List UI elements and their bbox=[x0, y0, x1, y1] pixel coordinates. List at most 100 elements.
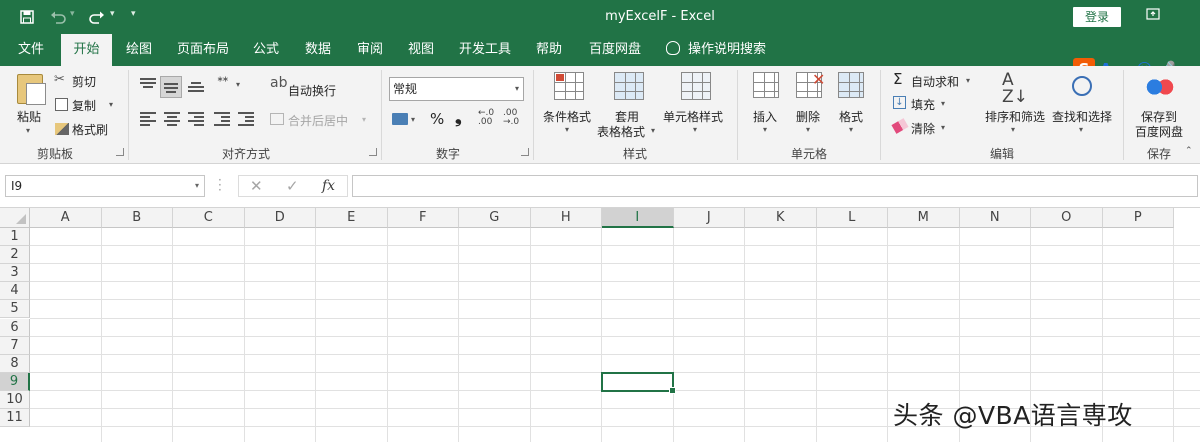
select-all-button[interactable] bbox=[0, 208, 30, 228]
copy-button[interactable]: 复制 bbox=[72, 97, 96, 114]
tab-baidu-netdisk[interactable]: 百度网盘 bbox=[580, 34, 650, 66]
top-align-icon[interactable] bbox=[140, 78, 156, 92]
middle-align-icon[interactable] bbox=[160, 76, 182, 98]
column-header-g[interactable]: G bbox=[459, 208, 531, 228]
tab-data[interactable]: 数据 bbox=[297, 34, 339, 66]
row-header-6[interactable]: 6 bbox=[0, 318, 30, 337]
paste-button[interactable]: 粘贴 bbox=[17, 108, 41, 125]
column-header-c[interactable]: C bbox=[173, 208, 245, 228]
format-button[interactable]: 格式 bbox=[839, 108, 863, 125]
align-left-icon[interactable] bbox=[140, 112, 156, 126]
format-dropdown-icon[interactable]: ▾ bbox=[849, 125, 853, 134]
accounting-format-icon[interactable] bbox=[392, 113, 408, 125]
column-header-f[interactable]: F bbox=[387, 208, 459, 228]
clear-dropdown-icon[interactable]: ▾ bbox=[941, 123, 945, 132]
bottom-align-icon[interactable] bbox=[188, 78, 204, 92]
column-header-h[interactable]: H bbox=[530, 208, 602, 228]
customize-qat-icon[interactable]: ▾ bbox=[131, 9, 136, 19]
insert-dropdown-icon[interactable]: ▾ bbox=[763, 125, 767, 134]
find-select-dropdown-icon[interactable]: ▾ bbox=[1079, 125, 1083, 134]
tab-help[interactable]: 帮助 bbox=[528, 34, 570, 66]
tab-review[interactable]: 审阅 bbox=[349, 34, 391, 66]
column-header-i[interactable]: I bbox=[602, 208, 674, 228]
format-as-table-line2[interactable]: 表格格式 bbox=[597, 123, 645, 140]
paste-dropdown-icon[interactable]: ▾ bbox=[26, 126, 30, 135]
name-box[interactable]: I9 ▾ bbox=[5, 175, 205, 197]
tab-page-layout[interactable]: 页面布局 bbox=[170, 34, 236, 66]
collapse-ribbon-icon[interactable]: ⌃ bbox=[1185, 146, 1193, 156]
merge-dropdown-icon[interactable]: ▾ bbox=[362, 115, 366, 124]
find-select-button[interactable]: 查找和选择 bbox=[1052, 108, 1112, 125]
tab-draw[interactable]: 绘图 bbox=[118, 34, 160, 66]
column-header-j[interactable]: J bbox=[673, 208, 745, 228]
copy-dropdown-icon[interactable]: ▾ bbox=[109, 100, 113, 109]
column-header-p[interactable]: P bbox=[1102, 208, 1174, 228]
column-header-n[interactable]: N bbox=[959, 208, 1031, 228]
column-header-e[interactable]: E bbox=[316, 208, 388, 228]
clear-button[interactable]: 清除 bbox=[911, 120, 935, 137]
tab-file[interactable]: 文件 bbox=[10, 34, 52, 66]
save-icon[interactable] bbox=[17, 7, 37, 27]
orientation-icon[interactable]: ᕯ bbox=[217, 75, 229, 91]
column-header-l[interactable]: L bbox=[816, 208, 888, 228]
cut-button[interactable]: 剪切 bbox=[72, 73, 96, 90]
insert-function-icon[interactable]: fx bbox=[322, 175, 335, 197]
tab-formulas[interactable]: 公式 bbox=[245, 34, 287, 66]
login-button[interactable]: 登录 bbox=[1073, 7, 1121, 27]
increase-decimal-icon[interactable]: ←.0.00 bbox=[478, 109, 494, 127]
undo-dropdown-icon[interactable]: ▾ bbox=[70, 9, 75, 19]
conditional-formatting-button[interactable]: 条件格式 bbox=[543, 108, 591, 125]
redo-dropdown-icon[interactable]: ▾ bbox=[110, 9, 115, 19]
align-right-icon[interactable] bbox=[188, 112, 204, 126]
accounting-dropdown-icon[interactable]: ▾ bbox=[411, 115, 415, 124]
row-header-3[interactable]: 3 bbox=[0, 264, 30, 283]
sort-filter-button[interactable]: 排序和筛选 bbox=[985, 108, 1045, 125]
fill-button[interactable]: 填充 bbox=[911, 96, 935, 113]
column-header-a[interactable]: A bbox=[30, 208, 102, 228]
sort-filter-dropdown-icon[interactable]: ▾ bbox=[1011, 125, 1015, 134]
autosum-dropdown-icon[interactable]: ▾ bbox=[966, 76, 970, 85]
row-header-5[interactable]: 5 bbox=[0, 300, 30, 319]
redo-icon[interactable] bbox=[87, 7, 107, 27]
row-header-4[interactable]: 4 bbox=[0, 282, 30, 301]
column-header-m[interactable]: M bbox=[888, 208, 960, 228]
row-header-10[interactable]: 10 bbox=[0, 390, 30, 409]
wrap-text-button[interactable]: 自动换行 bbox=[288, 82, 336, 99]
delete-button[interactable]: 删除 bbox=[796, 108, 820, 125]
decrease-indent-icon[interactable] bbox=[214, 112, 230, 126]
number-format-select[interactable]: 常规 ▾ bbox=[389, 77, 524, 101]
cell-styles-dropdown-icon[interactable]: ▾ bbox=[693, 125, 697, 134]
save-to-netdisk-line2[interactable]: 百度网盘 bbox=[1135, 123, 1183, 140]
ribbon-display-options-icon[interactable] bbox=[1141, 6, 1165, 28]
column-header-k[interactable]: K bbox=[745, 208, 817, 228]
orientation-dropdown-icon[interactable]: ▾ bbox=[236, 80, 240, 89]
paste-icon[interactable] bbox=[17, 74, 46, 105]
row-header-2[interactable]: 2 bbox=[0, 246, 30, 265]
active-cell[interactable] bbox=[601, 371, 675, 394]
merge-center-button[interactable]: 合并后居中 bbox=[288, 112, 348, 129]
column-header-o[interactable]: O bbox=[1031, 208, 1103, 228]
undo-icon[interactable] bbox=[48, 7, 68, 27]
delete-dropdown-icon[interactable]: ▾ bbox=[806, 125, 810, 134]
autosum-button[interactable]: 自动求和 bbox=[911, 73, 959, 90]
align-center-icon[interactable] bbox=[164, 112, 180, 126]
resize-handle-icon[interactable]: · · · bbox=[218, 174, 222, 196]
cell-styles-button[interactable]: 单元格样式 bbox=[663, 108, 723, 125]
tab-home[interactable]: 开始 bbox=[61, 34, 112, 66]
column-header-b[interactable]: B bbox=[101, 208, 173, 228]
alignment-launcher-icon[interactable] bbox=[369, 148, 377, 156]
tab-developer[interactable]: 开发工具 bbox=[452, 34, 518, 66]
fill-dropdown-icon[interactable]: ▾ bbox=[941, 99, 945, 108]
tab-view[interactable]: 视图 bbox=[400, 34, 442, 66]
tell-me-search[interactable]: 操作说明搜索 bbox=[666, 34, 766, 66]
row-header-9[interactable]: 9 bbox=[0, 372, 30, 391]
percent-style-button[interactable]: % bbox=[430, 110, 444, 128]
number-launcher-icon[interactable] bbox=[521, 148, 529, 156]
comma-style-button[interactable]: ❟ bbox=[455, 108, 462, 128]
formula-input[interactable] bbox=[352, 175, 1198, 197]
clipboard-launcher-icon[interactable] bbox=[116, 148, 124, 156]
insert-button[interactable]: 插入 bbox=[753, 108, 777, 125]
format-table-dropdown-icon[interactable]: ▾ bbox=[651, 126, 655, 135]
cancel-icon[interactable]: ✕ bbox=[250, 175, 263, 197]
decrease-decimal-icon[interactable]: .00 →.0 bbox=[503, 109, 519, 127]
